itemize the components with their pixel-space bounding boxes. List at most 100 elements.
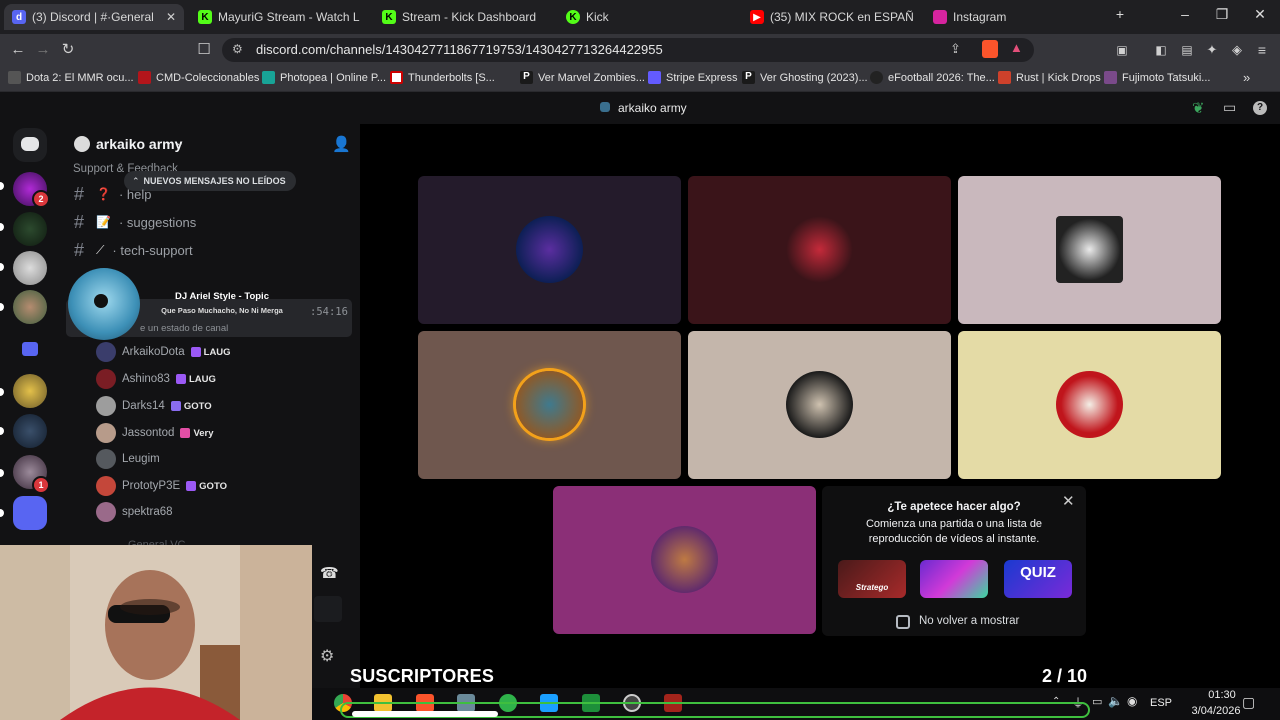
vpn-icon[interactable]: ◈ bbox=[1227, 40, 1247, 60]
minimize-icon[interactable]: – bbox=[1175, 6, 1195, 22]
sidebar-icon[interactable]: ◧ bbox=[1151, 40, 1171, 60]
participant-tile[interactable] bbox=[553, 486, 816, 634]
more-bookmarks-icon[interactable]: » bbox=[1243, 70, 1250, 85]
tab-label: MayuriG Stream - Watch Live bbox=[218, 10, 360, 24]
bookmark-item[interactable]: Stripe Express bbox=[648, 71, 738, 84]
bookmark-item[interactable]: P Ver Marvel Zombies... bbox=[520, 71, 645, 84]
wallet-icon[interactable]: ▤ bbox=[1177, 40, 1197, 60]
voice-member[interactable]: Jassontod Very bbox=[96, 422, 214, 444]
language-indicator[interactable]: ESP bbox=[1150, 697, 1172, 709]
screenshot-icon[interactable]: ▣ bbox=[1112, 40, 1132, 60]
inbox-icon[interactable]: ▭ bbox=[1223, 99, 1236, 116]
tab-kick-dashboard[interactable]: K Stream - Kick Dashboard bbox=[374, 4, 544, 30]
leo-ai-icon[interactable]: ✦ bbox=[1202, 40, 1222, 60]
voice-member[interactable]: ArkaikoDota LAUG bbox=[96, 341, 231, 363]
server-icon[interactable] bbox=[13, 496, 47, 530]
activity-stratego[interactable]: Stratego bbox=[838, 560, 906, 598]
tag-icon bbox=[186, 481, 197, 491]
invite-people-icon[interactable]: 👤 bbox=[332, 135, 351, 153]
server-icon[interactable] bbox=[13, 374, 47, 408]
bookmark-favicon-icon: P bbox=[742, 71, 755, 84]
bookmark-item[interactable]: Dota 2: El MMR ocu... bbox=[8, 71, 134, 84]
reload-icon[interactable]: ↻ bbox=[58, 40, 78, 60]
server-icon[interactable] bbox=[13, 212, 47, 246]
server-name[interactable]: arkaiko army bbox=[96, 136, 182, 152]
server-icon[interactable] bbox=[13, 251, 47, 285]
menu-icon[interactable]: ≡ bbox=[1252, 40, 1272, 60]
participant-tile[interactable] bbox=[958, 331, 1221, 479]
participant-tile[interactable] bbox=[688, 176, 951, 324]
stripe-icon bbox=[648, 71, 661, 84]
channel-status-hint[interactable]: e un estado de canal bbox=[140, 323, 228, 334]
bookmark-item[interactable]: P Ver Ghosting (2023)... bbox=[742, 71, 868, 84]
channel-tech-support[interactable]: # ⟋ · tech-support bbox=[74, 239, 193, 261]
nitro-leaf-icon[interactable]: ❦ bbox=[1192, 99, 1205, 117]
wrench-emoji: ⟋ bbox=[96, 242, 105, 257]
channel-suggestions[interactable]: # 📝 · suggestions bbox=[74, 211, 196, 233]
site-info-icon[interactable]: ⚙ bbox=[232, 42, 243, 56]
tab-kick[interactable]: K Kick bbox=[558, 4, 728, 30]
member-tag: GOTO bbox=[170, 401, 212, 412]
close-tab-icon[interactable]: ✕ bbox=[166, 10, 176, 24]
user-settings-icon[interactable]: ⚙ bbox=[320, 646, 334, 666]
server-icon[interactable] bbox=[13, 414, 47, 448]
back-icon[interactable]: ← bbox=[8, 40, 28, 60]
folder-icon[interactable] bbox=[22, 342, 38, 356]
notifications-icon[interactable]: ▢ bbox=[1242, 694, 1255, 711]
bookmark-favicon-icon bbox=[262, 71, 275, 84]
speaking-avatar bbox=[516, 371, 583, 438]
network-icon[interactable]: ◉ bbox=[1127, 694, 1137, 708]
voice-member[interactable]: Leugim bbox=[96, 448, 160, 470]
bookmark-item[interactable]: Photopea | Online P... bbox=[262, 71, 386, 84]
voice-member[interactable]: Ashino83 LAUG bbox=[96, 368, 216, 390]
participant-tile[interactable] bbox=[958, 176, 1221, 324]
dont-show-checkbox[interactable] bbox=[896, 615, 910, 629]
bookmark-item[interactable]: Fujimoto Tatsuki... bbox=[1104, 71, 1210, 84]
direct-messages-button[interactable] bbox=[13, 128, 47, 162]
bookmark-item[interactable]: eFootball 2026: The... bbox=[870, 71, 995, 84]
browser-toolbar: ← → ↻ ☐ ⚙ discord.com/channels/143042771… bbox=[0, 34, 1280, 66]
bookmark-item[interactable]: CMD-Coleccionables bbox=[138, 71, 259, 84]
activity-watch-together[interactable] bbox=[920, 560, 988, 598]
forward-icon[interactable]: → bbox=[33, 40, 53, 60]
bookmark-item[interactable]: Rust | Kick Drops bbox=[998, 71, 1101, 84]
participant-tile[interactable] bbox=[688, 331, 951, 479]
bookmark-item[interactable]: Thunderbolts [S... bbox=[390, 71, 495, 84]
tab-instagram[interactable]: Instagram bbox=[925, 4, 1095, 30]
user-panel-button[interactable] bbox=[314, 596, 342, 622]
voice-member[interactable]: Darks14 GOTO bbox=[96, 395, 212, 417]
tab-youtube[interactable]: ▶ (35) MIX ROCK en ESPAÑ bbox=[742, 4, 917, 30]
tab-mayurig[interactable]: K MayuriG Stream - Watch Live bbox=[190, 4, 360, 30]
volume-icon[interactable]: 🔈 bbox=[1108, 694, 1123, 708]
url-text[interactable]: discord.com/channels/1430427711867719753… bbox=[256, 42, 663, 57]
voice-member[interactable]: PrototyP3E GOTO bbox=[96, 475, 227, 497]
participant-tile[interactable] bbox=[418, 331, 681, 479]
bookmark-icon[interactable]: ☐ bbox=[194, 40, 214, 60]
avatar bbox=[96, 396, 116, 416]
activity-quiz[interactable]: QUIZ bbox=[1004, 560, 1072, 598]
rewards-icon[interactable]: ▲ bbox=[1010, 40, 1023, 55]
address-bar[interactable]: ⚙ discord.com/channels/14304277118677197… bbox=[222, 38, 1034, 62]
battery-icon[interactable]: ▭ bbox=[1092, 695, 1102, 708]
close-window-icon[interactable]: ✕ bbox=[1250, 6, 1270, 23]
kick-favicon-icon: K bbox=[198, 10, 212, 24]
disconnect-icon[interactable]: ☎ bbox=[320, 564, 339, 582]
voice-member[interactable]: spektra68 bbox=[96, 501, 173, 523]
bookmark-favicon-icon: P bbox=[520, 71, 533, 84]
brave-shield-icon[interactable] bbox=[982, 40, 998, 58]
new-tab-icon[interactable]: + bbox=[1110, 6, 1130, 22]
call-stage bbox=[360, 124, 1280, 720]
bookmark-favicon-icon bbox=[870, 71, 883, 84]
avatar bbox=[96, 476, 116, 496]
maximize-icon[interactable]: ❐ bbox=[1212, 6, 1232, 23]
participant-avatar bbox=[786, 371, 853, 438]
server-icon[interactable] bbox=[13, 290, 47, 324]
channel-help[interactable]: # ❓ · help bbox=[74, 183, 151, 205]
participant-tile[interactable] bbox=[418, 176, 681, 324]
tab-discord[interactable]: d (3) Discord | #·General ✕ bbox=[4, 4, 184, 30]
chevron-down-icon[interactable]: ⌄ bbox=[175, 136, 184, 149]
instagram-favicon-icon bbox=[933, 10, 947, 24]
help-icon[interactable]: ? bbox=[1253, 101, 1267, 115]
bookmark-favicon-icon bbox=[8, 71, 21, 84]
share-icon[interactable]: ⇪ bbox=[950, 41, 961, 57]
